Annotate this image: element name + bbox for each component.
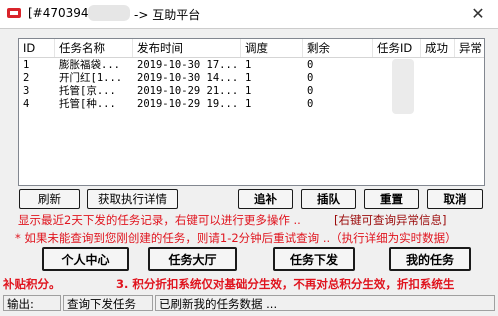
task-list[interactable]: ID 任务名称 发布时间 调度 剩余 任务ID 成功 异常 1 膨胀福袋... … bbox=[18, 38, 485, 186]
column-task-id[interactable]: 任务ID bbox=[373, 39, 421, 57]
cell-task-name: 膨胀福袋... bbox=[59, 59, 120, 71]
cell-publish-time: 2019-10-29 21... bbox=[137, 85, 239, 97]
cell-publish-time: 2019-10-30 17... bbox=[137, 59, 239, 71]
column-remaining[interactable]: 剩余 bbox=[303, 39, 373, 57]
cell-remaining: 0 bbox=[307, 85, 314, 97]
column-publish-time[interactable]: 发布时间 bbox=[133, 39, 241, 57]
title-bar: [#470394 -> 互助平台 ✕ bbox=[0, 0, 498, 28]
my-tasks-button[interactable]: 我的任务 bbox=[389, 247, 471, 271]
table-row[interactable]: 2 开门红[1... 2019-10-30 14... 1 0 bbox=[19, 72, 484, 85]
column-success[interactable]: 成功 bbox=[421, 39, 455, 57]
window-title-prefix: [#470394 bbox=[28, 6, 89, 20]
marquee-right: 3. 积分折扣系统仅对基础分生效，不再对总积分生效，折扣系统生 bbox=[116, 277, 455, 291]
personal-center-button[interactable]: 个人中心 bbox=[42, 247, 129, 271]
task-id-redaction bbox=[392, 59, 414, 114]
note-right-click-hint: [右键可查询异常信息] bbox=[334, 213, 447, 227]
cell-id: 2 bbox=[23, 72, 30, 84]
refresh-button[interactable]: 刷新 bbox=[19, 189, 80, 209]
cell-schedule: 1 bbox=[245, 59, 252, 71]
cell-schedule: 1 bbox=[245, 85, 252, 97]
status-message: 已刷新我的任务数据 ... bbox=[155, 295, 495, 311]
cell-task-name: 托管[种... bbox=[59, 98, 116, 110]
cell-id: 3 bbox=[23, 85, 30, 97]
reset-button[interactable]: 重置 bbox=[364, 189, 419, 209]
table-row[interactable]: 1 膨胀福袋... 2019-10-30 17... 1 0 bbox=[19, 59, 484, 72]
column-schedule[interactable]: 调度 bbox=[241, 39, 303, 57]
cell-id: 1 bbox=[23, 59, 30, 71]
column-id[interactable]: ID bbox=[19, 39, 55, 57]
cell-schedule: 1 bbox=[245, 72, 252, 84]
note-recent-records: 显示最近2天下发的任务记录，右键可以进行更多操作 .. bbox=[18, 213, 301, 227]
cell-remaining: 0 bbox=[307, 72, 314, 84]
app-icon bbox=[7, 8, 21, 18]
follow-up-button[interactable]: 追补 bbox=[238, 189, 293, 209]
cell-task-name: 开门红[1... bbox=[59, 72, 123, 84]
status-output-label: 输出: bbox=[3, 295, 61, 311]
queue-jump-button[interactable]: 插队 bbox=[301, 189, 356, 209]
marquee-left: 补贴积分。 bbox=[3, 277, 61, 291]
cell-publish-time: 2019-10-30 14... bbox=[137, 72, 239, 84]
table-row[interactable]: 3 托管[京... 2019-10-29 21... 1 0 bbox=[19, 85, 484, 98]
status-query: 查询下发任务 bbox=[63, 295, 153, 311]
cell-publish-time: 2019-10-29 19... bbox=[137, 98, 239, 110]
note-retry-hint: * 如果未能查询到您刚创建的任务，则请1-2分钟后重试查询 ..（执行详细为实时… bbox=[15, 231, 457, 245]
cell-remaining: 0 bbox=[307, 59, 314, 71]
get-details-button[interactable]: 获取执行详情 bbox=[87, 189, 178, 209]
task-hall-button[interactable]: 任务大厅 bbox=[148, 247, 237, 271]
window-title-suffix: -> 互助平台 bbox=[134, 8, 201, 22]
close-icon[interactable]: ✕ bbox=[464, 4, 492, 24]
task-list-header: ID 任务名称 发布时间 调度 剩余 任务ID 成功 异常 bbox=[19, 39, 484, 58]
cell-remaining: 0 bbox=[307, 98, 314, 110]
title-redaction bbox=[88, 5, 130, 21]
column-task-name[interactable]: 任务名称 bbox=[55, 39, 133, 57]
table-row[interactable]: 4 托管[种... 2019-10-29 19... 1 0 bbox=[19, 98, 484, 111]
cell-schedule: 1 bbox=[245, 98, 252, 110]
cancel-button[interactable]: 取消 bbox=[427, 189, 483, 209]
column-error[interactable]: 异常 bbox=[455, 39, 484, 57]
cell-task-name: 托管[京... bbox=[59, 85, 116, 97]
publish-task-button[interactable]: 任务下发 bbox=[273, 247, 355, 271]
cell-id: 4 bbox=[23, 98, 30, 110]
